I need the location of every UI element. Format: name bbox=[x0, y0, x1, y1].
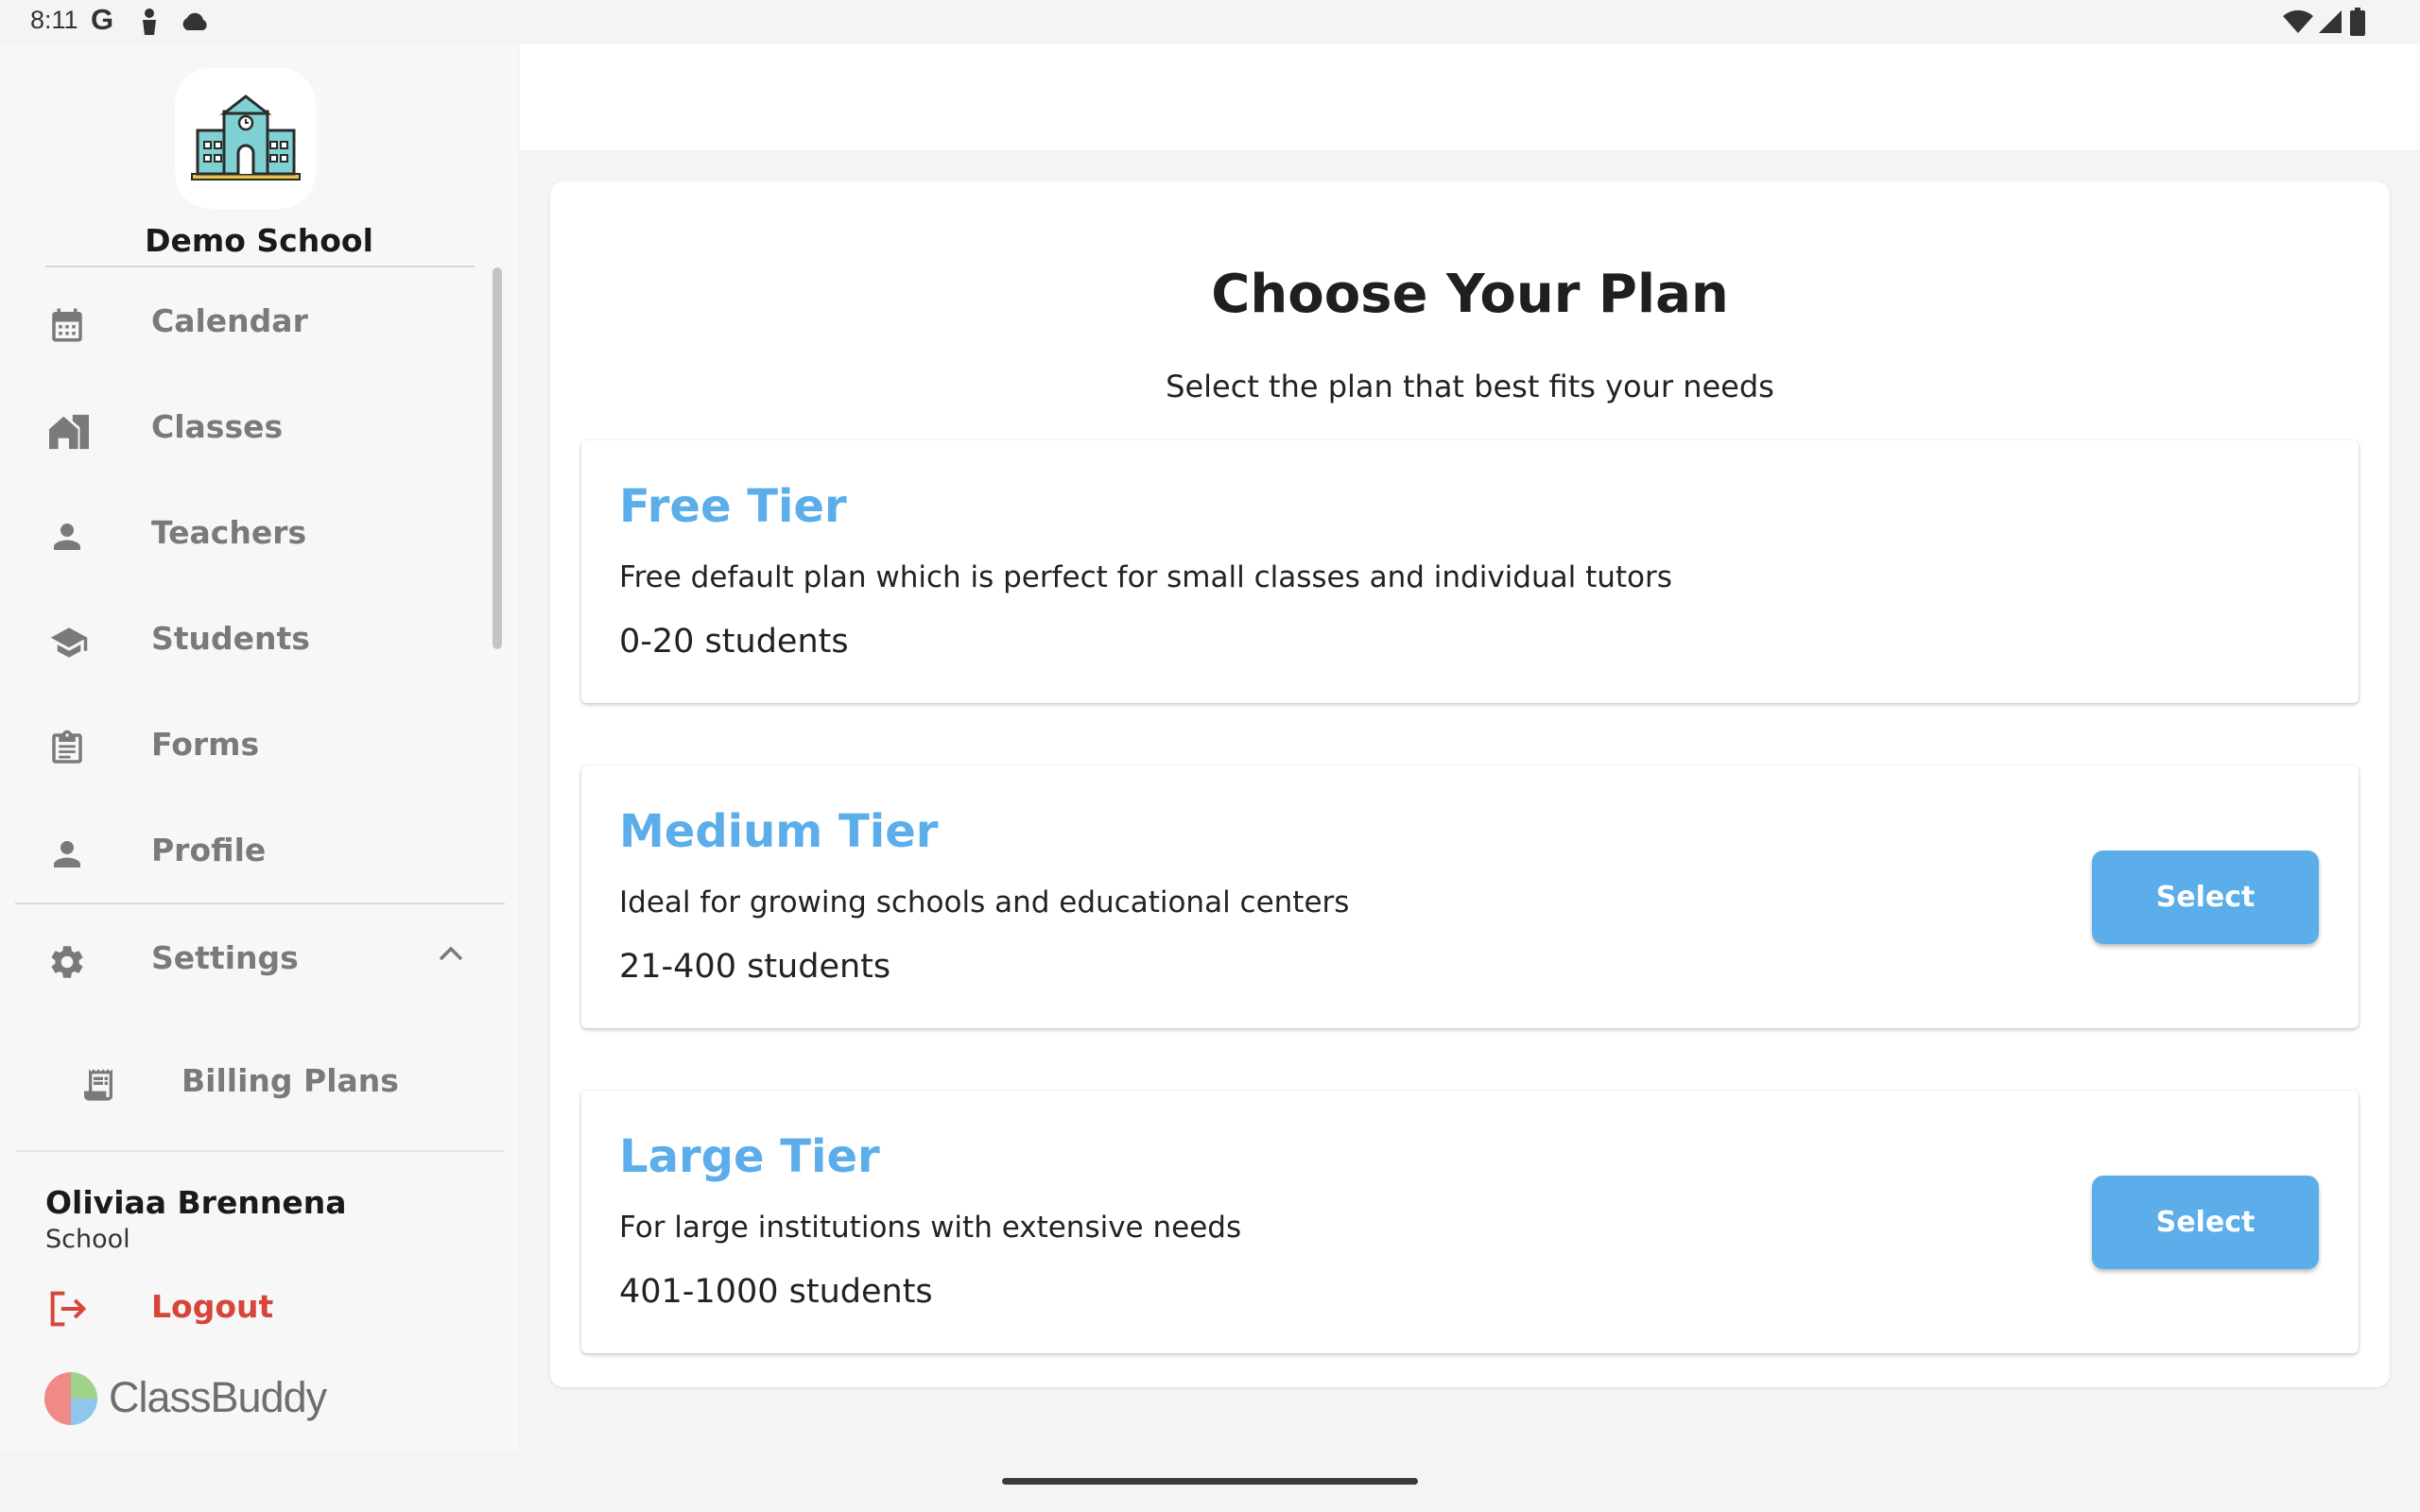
plan-student-range: 401-1000 students bbox=[619, 1273, 933, 1311]
signal-icon bbox=[2319, 10, 2342, 33]
page-title: Choose Your Plan bbox=[1211, 264, 1729, 325]
select-medium-button[interactable]: Select bbox=[2092, 850, 2319, 944]
page-subtitle: Select the plan that best fits your need… bbox=[1166, 369, 1774, 404]
brand-name: ClassBuddy bbox=[109, 1373, 327, 1421]
google-icon: G bbox=[91, 3, 114, 36]
sidebar-item-forms[interactable]: Forms bbox=[0, 702, 482, 787]
user-name: Oliviaa Brennena bbox=[45, 1184, 347, 1221]
sidebar-item-profile[interactable]: Profile bbox=[0, 808, 482, 893]
school-name: Demo School bbox=[145, 222, 373, 259]
calendar-icon bbox=[52, 308, 82, 342]
sidebar-item-calendar[interactable]: Calendar bbox=[0, 279, 482, 364]
app-bar bbox=[520, 44, 2420, 150]
classbuddy-logo-icon bbox=[44, 1372, 97, 1425]
sidebar-item-label: Calendar bbox=[151, 302, 308, 339]
sidebar-item-label: Billing Plans bbox=[182, 1062, 399, 1099]
plan-student-range: 0-20 students bbox=[619, 623, 849, 661]
divider bbox=[15, 902, 505, 904]
status-bar: 8:11 G bbox=[0, 0, 2420, 44]
plan-description: Ideal for growing schools and educationa… bbox=[619, 885, 1350, 919]
sidebar-item-settings[interactable]: Settings bbox=[0, 916, 501, 1001]
divider bbox=[15, 1150, 505, 1152]
select-large-button[interactable]: Select bbox=[2092, 1176, 2319, 1269]
chevron-up-icon[interactable] bbox=[437, 944, 465, 963]
sidebar-item-students[interactable]: Students bbox=[0, 596, 482, 681]
sidebar-subitem-billing-plans[interactable]: Billing Plans bbox=[0, 1039, 482, 1124]
sidebar-item-teachers[interactable]: Teachers bbox=[0, 490, 482, 576]
graduation-cap-icon bbox=[50, 627, 88, 658]
sidebar-item-label: Profile bbox=[151, 832, 267, 868]
clipboard-icon bbox=[52, 730, 82, 764]
sidebar-item-label: Settings bbox=[151, 939, 299, 976]
status-time: 8:11 bbox=[30, 6, 78, 34]
school-building-icon bbox=[191, 94, 301, 180]
gesture-home-bar[interactable] bbox=[1002, 1478, 1418, 1485]
plan-card-large: Large Tier For large institutions with e… bbox=[581, 1091, 2359, 1353]
logout-button[interactable]: Logout bbox=[0, 1273, 378, 1339]
person-icon bbox=[54, 524, 80, 550]
sidebar-scrollbar[interactable] bbox=[493, 267, 502, 649]
logout-icon bbox=[50, 1291, 87, 1327]
school-logo bbox=[175, 68, 316, 209]
logout-label: Logout bbox=[151, 1288, 274, 1325]
plans-panel: Choose Your Plan Select the plan that be… bbox=[550, 181, 2390, 1387]
plan-description: For large institutions with extensive ne… bbox=[619, 1211, 1242, 1245]
cloud-icon bbox=[182, 12, 207, 30]
person-notification-icon bbox=[143, 9, 156, 35]
sidebar-item-label: Forms bbox=[151, 726, 260, 763]
person-icon bbox=[54, 841, 80, 868]
receipt-icon bbox=[84, 1069, 112, 1101]
plan-name: Large Tier bbox=[619, 1130, 880, 1183]
plan-description: Free default plan which is perfect for s… bbox=[619, 560, 1672, 594]
gear-icon bbox=[51, 946, 83, 978]
plan-card-free: Free Tier Free default plan which is per… bbox=[581, 440, 2359, 703]
sidebar-item-classes[interactable]: Classes bbox=[0, 385, 482, 470]
battery-icon bbox=[2350, 8, 2365, 36]
user-role: School bbox=[45, 1225, 130, 1254]
sidebar: Demo School Calendar Classes Teachers St… bbox=[0, 44, 518, 1451]
wifi-icon bbox=[2283, 9, 2313, 33]
plan-name: Free Tier bbox=[619, 480, 847, 533]
classes-icon bbox=[49, 414, 89, 450]
divider bbox=[45, 266, 475, 267]
sidebar-item-label: Students bbox=[151, 620, 310, 657]
sidebar-item-label: Classes bbox=[151, 408, 284, 445]
plan-name: Medium Tier bbox=[619, 805, 939, 858]
plan-student-range: 21-400 students bbox=[619, 948, 891, 986]
sidebar-item-label: Teachers bbox=[151, 514, 307, 551]
plan-card-medium: Medium Tier Ideal for growing schools an… bbox=[581, 765, 2359, 1028]
